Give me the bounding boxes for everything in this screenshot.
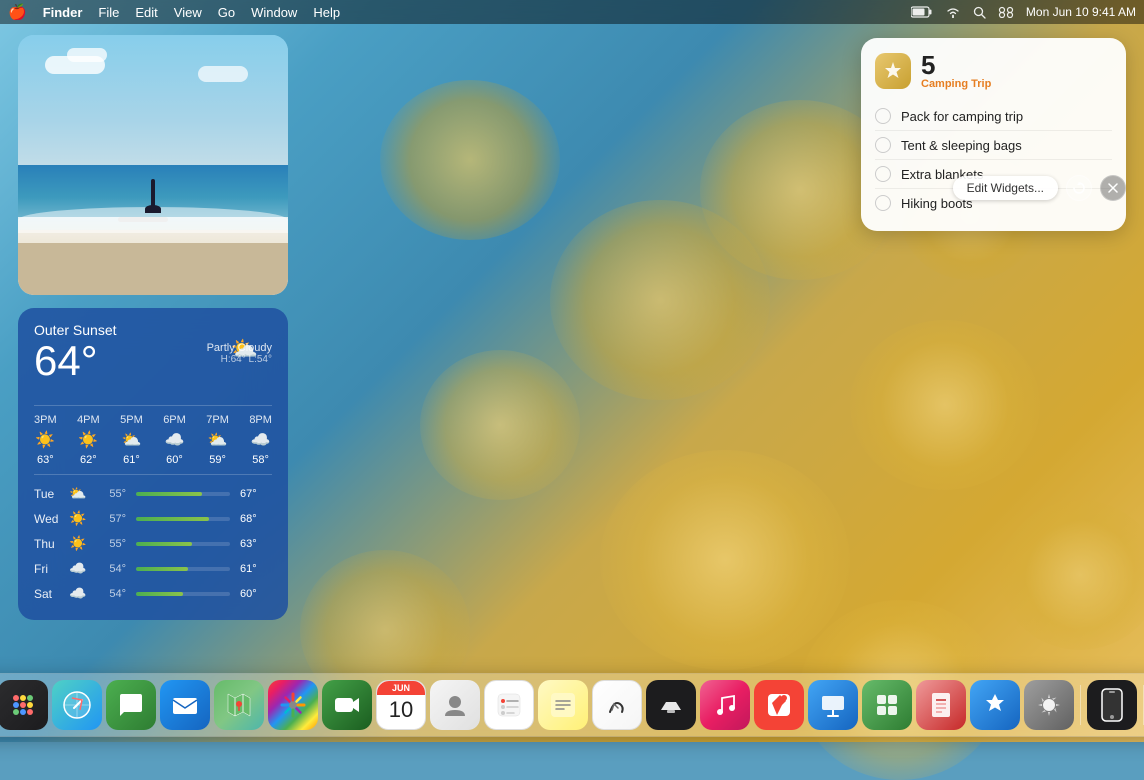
wallpaper-element	[420, 350, 580, 500]
menubar-go[interactable]: Go	[218, 5, 235, 20]
weather-hour-item: 8PM☁️58°	[249, 414, 272, 466]
weather-hour-item: 6PM☁️60°	[163, 414, 186, 466]
reminder-item[interactable]: Pack for camping trip	[875, 102, 1112, 131]
menubar-finder[interactable]: Finder	[43, 5, 83, 20]
reminders-widget: 5 Camping Trip Pack for camping trip Ten…	[861, 38, 1126, 231]
menubar-left: 🍎 Finder File Edit View Go Window Help	[8, 3, 340, 21]
weather-daily: Tue ⛅ 55° 67° Wed ☀️ 57° 68° Thu ☀️ 55° …	[34, 474, 272, 606]
reminder-checkbox[interactable]	[875, 137, 891, 153]
weather-day-item: Tue ⛅ 55° 67°	[34, 481, 272, 506]
battery-icon[interactable]	[911, 6, 933, 18]
dock-item-mail[interactable]	[160, 680, 210, 730]
dock-item-systemprefs[interactable]	[1024, 680, 1074, 730]
dock-separator	[1080, 685, 1081, 725]
reminder-item[interactable]: Tent & sleeping bags	[875, 131, 1112, 160]
search-icon[interactable]	[973, 6, 986, 19]
menubar-edit[interactable]: Edit	[135, 5, 157, 20]
reminders-header: 5 Camping Trip	[861, 38, 1126, 98]
control-center-icon[interactable]	[998, 6, 1014, 18]
wallpaper-element	[600, 450, 850, 670]
reminders-app-icon	[875, 53, 911, 89]
reminder-checkbox[interactable]	[875, 166, 891, 182]
reminder-text: Pack for camping trip	[901, 109, 1023, 124]
dock-item-iphone[interactable]	[1087, 680, 1137, 730]
reminders-list-name: Camping Trip	[921, 78, 991, 90]
dock-item-calendar[interactable]: JUN 10	[376, 680, 426, 730]
wifi-icon[interactable]	[945, 6, 961, 18]
dock-item-launchpad[interactable]	[0, 680, 48, 730]
menubar-help[interactable]: Help	[313, 5, 340, 20]
weather-description: Partly Cloudy H:64° L:54°	[34, 342, 272, 365]
menubar-datetime: Mon Jun 10 9:41 AM	[1026, 5, 1136, 19]
weather-hourly: 3PM☀️63° 4PM☀️62° 5PM⛅61° 6PM☁️60° 7PM⛅59° 8P…	[34, 405, 272, 466]
weather-day-item: Thu ☀️ 55° 63°	[34, 531, 272, 556]
wallpaper-element	[850, 320, 1040, 490]
reminder-text: Tent & sleeping bags	[901, 138, 1022, 153]
weather-hour-item: 3PM☀️63°	[34, 414, 57, 466]
dock-item-notes[interactable]	[538, 680, 588, 730]
dock-item-appletv[interactable]	[646, 680, 696, 730]
reminders-count: 5	[921, 52, 991, 78]
reminders-list: Pack for camping trip Tent & sleeping ba…	[861, 98, 1126, 231]
dock-item-appstore[interactable]	[970, 680, 1020, 730]
dock-item-reminders[interactable]	[484, 680, 534, 730]
menubar-window[interactable]: Window	[251, 5, 297, 20]
reminder-checkbox[interactable]	[875, 108, 891, 124]
dock-item-safari[interactable]	[52, 680, 102, 730]
dock-item-contacts[interactable]	[430, 680, 480, 730]
photo-widget	[18, 35, 288, 295]
weather-widget: Outer Sunset 64° ⛅ Partly Cloudy H:64° L…	[18, 308, 288, 620]
photo-widget-image	[18, 35, 288, 295]
dock-item-music[interactable]	[700, 680, 750, 730]
menubar-right: Mon Jun 10 9:41 AM	[911, 5, 1136, 19]
dock-item-freeform[interactable]	[592, 680, 642, 730]
edit-widgets-bar: Edit Widgets...	[953, 175, 1126, 201]
apple-menu[interactable]: 🍎	[8, 3, 27, 21]
wallpaper-element	[380, 80, 560, 240]
dock-item-pages[interactable]	[916, 680, 966, 730]
weather-day-item: Sat ☁️ 54° 60°	[34, 581, 272, 606]
dock-item-numbers[interactable]	[862, 680, 912, 730]
rotate-icon	[1072, 181, 1086, 195]
edit-widgets-button[interactable]: Edit Widgets...	[953, 176, 1058, 200]
weather-day-item: Fri ☁️ 54° 61°	[34, 556, 272, 581]
dock: JUN 10	[0, 674, 1144, 736]
close-icon	[1108, 183, 1118, 193]
widget-rotate-button[interactable]	[1066, 175, 1092, 201]
menubar-file[interactable]: File	[98, 5, 119, 20]
menubar-view[interactable]: View	[174, 5, 202, 20]
widget-close-button[interactable]	[1100, 175, 1126, 201]
dock-item-photos[interactable]	[268, 680, 318, 730]
menubar: 🍎 Finder File Edit View Go Window Help	[0, 0, 1144, 24]
dock-item-news[interactable]	[754, 680, 804, 730]
wallpaper-element	[1000, 500, 1144, 650]
dock-item-messages[interactable]	[106, 680, 156, 730]
dock-item-facetime[interactable]	[322, 680, 372, 730]
weather-hour-item: 5PM⛅61°	[120, 414, 143, 466]
weather-day-item: Wed ☀️ 57° 68°	[34, 506, 272, 531]
dock-item-maps[interactable]	[214, 680, 264, 730]
dock-item-keynote[interactable]	[808, 680, 858, 730]
weather-hour-item: 7PM⛅59°	[206, 414, 229, 466]
reminder-checkbox[interactable]	[875, 195, 891, 211]
reminders-count-area: 5 Camping Trip	[921, 52, 991, 90]
weather-hour-item: 4PM☀️62°	[77, 414, 100, 466]
